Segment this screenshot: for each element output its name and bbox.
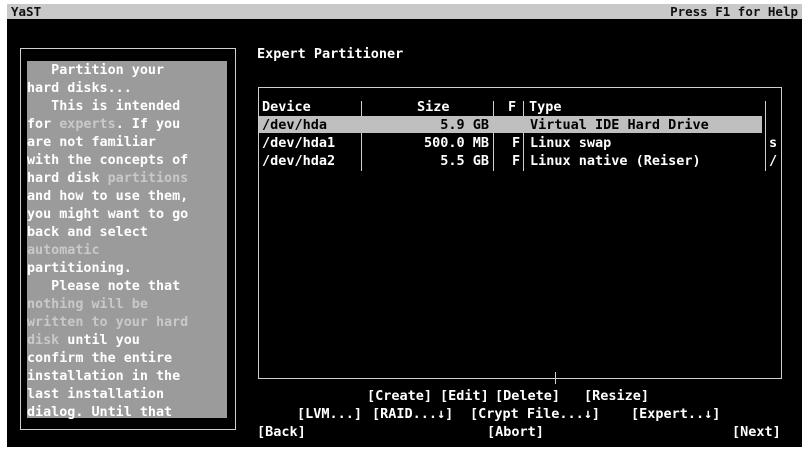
help-line: are not familiar <box>27 135 156 150</box>
next-button[interactable]: [Next] <box>732 423 781 441</box>
edit-button[interactable]: [Edit] <box>440 387 489 405</box>
help-line: partitioning. <box>27 261 132 276</box>
abort-button[interactable]: [Abort] <box>487 423 544 441</box>
help-line: for experts. If you <box>27 117 181 132</box>
help-line: confirm the entire <box>27 351 173 366</box>
help-scrollbar[interactable] <box>235 64 236 419</box>
help-line: and how to use them, <box>27 189 189 204</box>
row-extra: s <box>769 135 778 151</box>
crypt-file-button[interactable]: [Crypt File...↓] <box>470 405 600 423</box>
help-line: dialog. Until that <box>27 405 173 420</box>
header-f[interactable]: F <box>508 98 516 116</box>
help-link-experts[interactable]: experts <box>59 117 115 132</box>
column-separator <box>523 101 524 171</box>
delete-button[interactable]: [Delete] <box>495 387 560 405</box>
help-line: This is intended <box>27 99 181 114</box>
help-link-automatic[interactable]: automatic <box>27 242 229 260</box>
row-size: 500.0 MB <box>423 135 489 151</box>
row-device: /dev/hda2 <box>262 153 336 169</box>
help-line-emphasis: nothing will be <box>27 297 148 312</box>
row-size: 5.5 GB <box>440 153 489 169</box>
app-name: YaST <box>11 4 42 19</box>
create-button[interactable]: [Create] <box>367 387 432 405</box>
help-line: hard disk partitions <box>27 171 189 186</box>
header-device[interactable]: Device <box>262 98 311 116</box>
help-hint: Press F1 for Help <box>670 4 798 19</box>
help-line: last installation <box>27 387 165 402</box>
row-f: F <box>512 153 521 169</box>
table-divider-tick <box>555 372 556 384</box>
column-separator <box>361 101 362 171</box>
row-device: /dev/hda <box>262 117 328 133</box>
help-line-emphasis: written to your hard <box>27 315 189 330</box>
header-type[interactable]: Type <box>529 98 562 116</box>
terminal-screen: YaST Press F1 for Help Partition your ha… <box>7 4 802 447</box>
help-line: installation in the <box>27 369 181 384</box>
header-size[interactable]: Size <box>417 98 450 116</box>
help-text: Partition your hard disks... This is int… <box>27 62 229 422</box>
help-line: Partition your <box>27 63 165 78</box>
column-separator <box>493 101 494 171</box>
help-link-partitions[interactable]: partitions <box>108 171 189 186</box>
row-type: Virtual IDE Hard Drive <box>530 117 709 133</box>
row-device: /dev/hda1 <box>262 135 336 151</box>
help-line: with the concepts of <box>27 153 189 168</box>
help-line: you might want to go <box>27 207 189 222</box>
row-f: F <box>512 135 521 151</box>
help-line: Please note that <box>27 279 181 294</box>
help-line: hard disks... <box>27 81 132 96</box>
lvm-button[interactable]: [LVM...] <box>297 405 362 423</box>
back-button[interactable]: [Back] <box>257 423 306 441</box>
help-line: back and select <box>27 225 148 240</box>
row-size: 5.9 GB <box>440 117 489 133</box>
row-extra: / <box>769 153 778 169</box>
title-bar: YaST Press F1 for Help <box>7 4 802 19</box>
expert-button[interactable]: [Expert..↓] <box>631 405 720 423</box>
help-line: disk until you <box>27 333 140 348</box>
resize-button[interactable]: [Resize] <box>584 387 649 405</box>
raid-button[interactable]: [RAID...↓] <box>372 405 453 423</box>
page-title: Expert Partitioner <box>257 46 404 62</box>
row-type: Linux native (Reiser) <box>530 153 701 169</box>
row-type: Linux swap <box>530 135 612 151</box>
column-separator <box>765 101 766 171</box>
